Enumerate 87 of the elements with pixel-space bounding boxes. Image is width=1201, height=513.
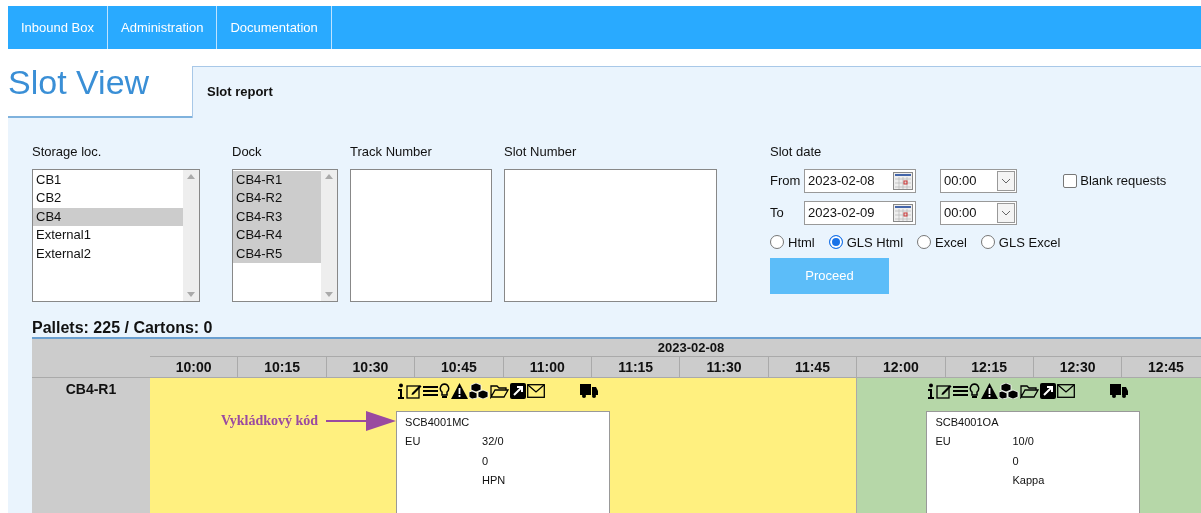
field-label: To: [770, 203, 785, 222]
truck-icon[interactable]: [1110, 383, 1128, 398]
field-label: Storage loc.: [32, 143, 103, 161]
field-label: Track Number: [350, 143, 433, 161]
radio-button[interactable]: [917, 235, 932, 250]
chevron-down-icon: [1001, 209, 1011, 216]
radio-label: GLS Excel: [998, 233, 1061, 252]
time-header: 10:00: [150, 356, 239, 377]
chevron-down-icon: [1001, 177, 1011, 184]
time-header: 12:45: [1122, 356, 1201, 377]
date-header: 2023-02-08: [656, 338, 726, 356]
time-slot[interactable]: SCB4001OA EU 10/0 0 Kappa: [857, 377, 1201, 513]
totals-text: Pallets: 225 / Cartons: 0: [32, 318, 214, 337]
pallet-type: EU: [935, 434, 952, 449]
time-header: 11:30: [680, 356, 769, 377]
warning-icon[interactable]: [981, 382, 998, 399]
slot-number-listbox[interactable]: [504, 168, 717, 302]
time-header: 12:30: [1033, 356, 1123, 377]
carton-count: 0: [482, 453, 490, 469]
slot-code: SCB4001MC: [405, 414, 471, 430]
time-dropdown[interactable]: 00:00: [940, 200, 1017, 225]
company-name: Kappa: [1012, 473, 1046, 488]
radio-label: Html: [788, 233, 815, 252]
pallet-quantity: 32/0: [482, 434, 505, 449]
time-header: 11:45: [768, 356, 858, 377]
external-link-icon[interactable]: [509, 382, 526, 399]
warning-icon[interactable]: [450, 382, 468, 399]
pallet-type: EU: [405, 434, 422, 449]
list-option[interactable]: CB2: [33, 189, 183, 208]
storage-listbox[interactable]: CB1 CB2 CB4 External1 External2: [32, 168, 200, 302]
date-field[interactable]: 2023-02-08: [804, 168, 916, 193]
field-label: Slot date: [770, 143, 823, 161]
calendar-icon[interactable]: [893, 171, 913, 190]
boxes-icon[interactable]: [999, 382, 1019, 399]
time-slot[interactable]: Vykládkový kód SCB4001MC EU 32/0 0 HPN: [150, 377, 858, 513]
time-header: 12:00: [857, 356, 946, 377]
edit-icon[interactable]: [936, 382, 952, 399]
info-icon[interactable]: [396, 382, 405, 399]
external-link-icon[interactable]: [1040, 382, 1056, 399]
date-field[interactable]: 2023-02-09: [804, 200, 916, 225]
time-header: 11:15: [591, 356, 681, 377]
field-label: From: [770, 171, 800, 190]
pallet-quantity: 10/0: [1012, 434, 1035, 449]
folder-icon[interactable]: [489, 382, 509, 399]
radio-button[interactable]: [770, 235, 784, 250]
truck-icon[interactable]: [579, 383, 598, 398]
slot-card[interactable]: SCB4001MC EU 32/0 0 HPN: [396, 410, 611, 513]
info-icon[interactable]: [927, 382, 935, 399]
list-option[interactable]: CB1: [33, 170, 183, 189]
slot-code: SCB4001OA: [935, 414, 1000, 430]
slot-card[interactable]: SCB4001OA EU 10/0 0 Kappa: [926, 410, 1141, 513]
annotation-text: Vykládkový kód: [220, 412, 319, 430]
list-option[interactable]: External1: [33, 226, 183, 245]
radio-label: Excel: [935, 233, 967, 252]
boxes-icon[interactable]: [468, 382, 489, 399]
radio-button[interactable]: [828, 235, 843, 250]
list-option[interactable]: CB4: [33, 207, 183, 226]
field-label: Slot Number: [504, 143, 578, 161]
lightbulb-icon[interactable]: [438, 382, 450, 399]
checkbox[interactable]: [1063, 173, 1077, 188]
calendar-icon[interactable]: [893, 203, 913, 222]
list-option[interactable]: CB4-R1: [233, 170, 321, 189]
row-label: CB4-R1: [64, 379, 118, 399]
envelope-icon[interactable]: [526, 383, 545, 398]
time-header: 11:00: [503, 356, 592, 377]
list-option[interactable]: CB4-R2: [233, 189, 321, 208]
checkbox-label: Blank requests: [1080, 171, 1167, 190]
report-tab[interactable]: Slot report: [192, 66, 1201, 118]
company-name: HPN: [482, 473, 507, 488]
field-label: Dock: [232, 143, 263, 161]
folder-icon[interactable]: [1020, 382, 1039, 399]
lightbulb-icon[interactable]: [969, 382, 980, 399]
time-header: 10:30: [326, 356, 416, 377]
dock-listbox[interactable]: CB4-R1 CB4-R2 CB4-R3 CB4-R4 CB4-R5: [232, 168, 338, 302]
edit-icon[interactable]: [405, 382, 422, 399]
track-number-listbox[interactable]: [350, 168, 492, 302]
radio-button[interactable]: [980, 235, 995, 250]
carton-count: 0: [1012, 453, 1020, 469]
time-header: 10:15: [238, 356, 327, 377]
list-option[interactable]: CB4-R4: [233, 226, 321, 245]
time-dropdown[interactable]: 00:00: [940, 168, 1017, 193]
time-header: 12:15: [945, 356, 1034, 377]
radio-label: GLS Html: [846, 233, 904, 252]
envelope-icon[interactable]: [1057, 383, 1075, 398]
list-option[interactable]: External2: [33, 244, 183, 263]
arrow-icon: [326, 408, 397, 433]
time-header: 10:45: [415, 356, 504, 377]
